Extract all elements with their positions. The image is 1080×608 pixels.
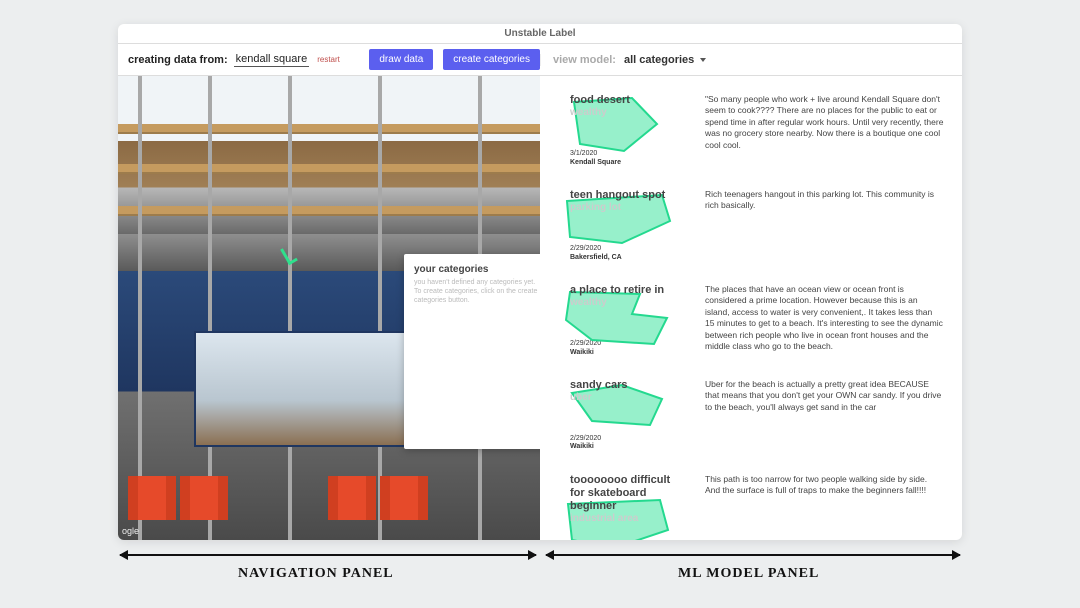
entry-date: 2/29/2020 (570, 340, 685, 348)
model-entry[interactable]: a place to retire in wealthy 2/29/2020 W… (570, 284, 944, 357)
navigation-panel[interactable]: ogle your categories you haven't defined… (118, 76, 540, 540)
model-entry[interactable]: teen hangout spot parking lot 2/29/2020 … (570, 189, 944, 262)
entry-title: teen hangout spot (570, 189, 685, 202)
entry-title: toooooooo difficult for skateboard begin… (570, 474, 685, 514)
model-entry[interactable]: food desert wealthy 3/1/2020 Kendall Squ… (570, 94, 944, 167)
model-entry[interactable]: toooooooo difficult for skateboard begin… (570, 474, 944, 540)
draw-data-button[interactable]: draw data (369, 49, 433, 70)
create-categories-button[interactable]: create categories (443, 49, 540, 70)
entry-description: This path is too narrow for two people w… (705, 474, 944, 497)
entry-subtitle: parking lot (570, 202, 685, 213)
entry-subtitle: industrial area (570, 513, 685, 524)
toolbar: creating data from: kendall square resta… (118, 44, 962, 76)
entry-subtitle: wealthy (570, 297, 685, 308)
creating-from-label: creating data from: (128, 54, 228, 66)
chevron-down-icon (700, 58, 706, 62)
app-window: Unstable Label creating data from: kenda… (118, 24, 962, 540)
entry-title: sandy cars (570, 379, 685, 392)
your-categories-card: your categories you haven't defined any … (404, 254, 540, 449)
toolbar-right: view model: all categories (540, 54, 952, 66)
entry-description: "So many people who work + live around K… (705, 94, 944, 151)
entry-location: Waikiki (570, 349, 685, 357)
entry-subtitle: uber (570, 392, 685, 403)
entry-location: Kendall Square (570, 159, 685, 167)
view-model-value-text: all categories (624, 54, 694, 66)
draw-cursor-icon (280, 245, 298, 266)
arrow-right-icon (546, 554, 960, 556)
entry-date: 2/29/2020 (570, 245, 685, 253)
location-input[interactable]: kendall square (234, 53, 310, 67)
annotation-label-left: NAVIGATION PANEL (238, 566, 394, 582)
title-bar: Unstable Label (118, 24, 962, 44)
entry-date: 2/29/2020 (570, 435, 685, 443)
arrow-left-icon (120, 554, 536, 556)
entry-description: Rich teenagers hangout in this parking l… (705, 189, 944, 212)
view-model-dropdown[interactable]: all categories (624, 54, 706, 66)
annotation-label-right: ML MODEL PANEL (678, 566, 819, 582)
window-title: Unstable Label (504, 28, 575, 39)
your-categories-title: your categories (414, 264, 540, 275)
entry-description: Uber for the beach is actually a pretty … (705, 379, 944, 413)
google-watermark: ogle (122, 526, 139, 536)
your-categories-hint: you haven't defined any categories yet. … (414, 278, 540, 305)
entry-title: a place to retire in (570, 284, 685, 297)
model-entry[interactable]: sandy cars uber 2/29/2020 Waikiki Uber f… (570, 379, 944, 452)
view-model-label: view model: (553, 54, 616, 66)
main-area: ogle your categories you haven't defined… (118, 76, 962, 540)
toolbar-left: creating data from: kendall square resta… (128, 49, 540, 70)
entry-title: food desert (570, 94, 685, 107)
panel-annotations: NAVIGATION PANEL ML MODEL PANEL (118, 546, 962, 596)
entry-date: 3/1/2020 (570, 150, 685, 158)
ml-model-panel[interactable]: food desert wealthy 3/1/2020 Kendall Squ… (540, 76, 962, 540)
entry-location: Waikiki (570, 443, 685, 451)
entry-description: The places that have an ocean view or oc… (705, 284, 944, 353)
restart-link[interactable]: restart (317, 55, 340, 64)
entry-subtitle: wealthy (570, 107, 685, 118)
entry-location: Bakersfield, CA (570, 254, 685, 262)
